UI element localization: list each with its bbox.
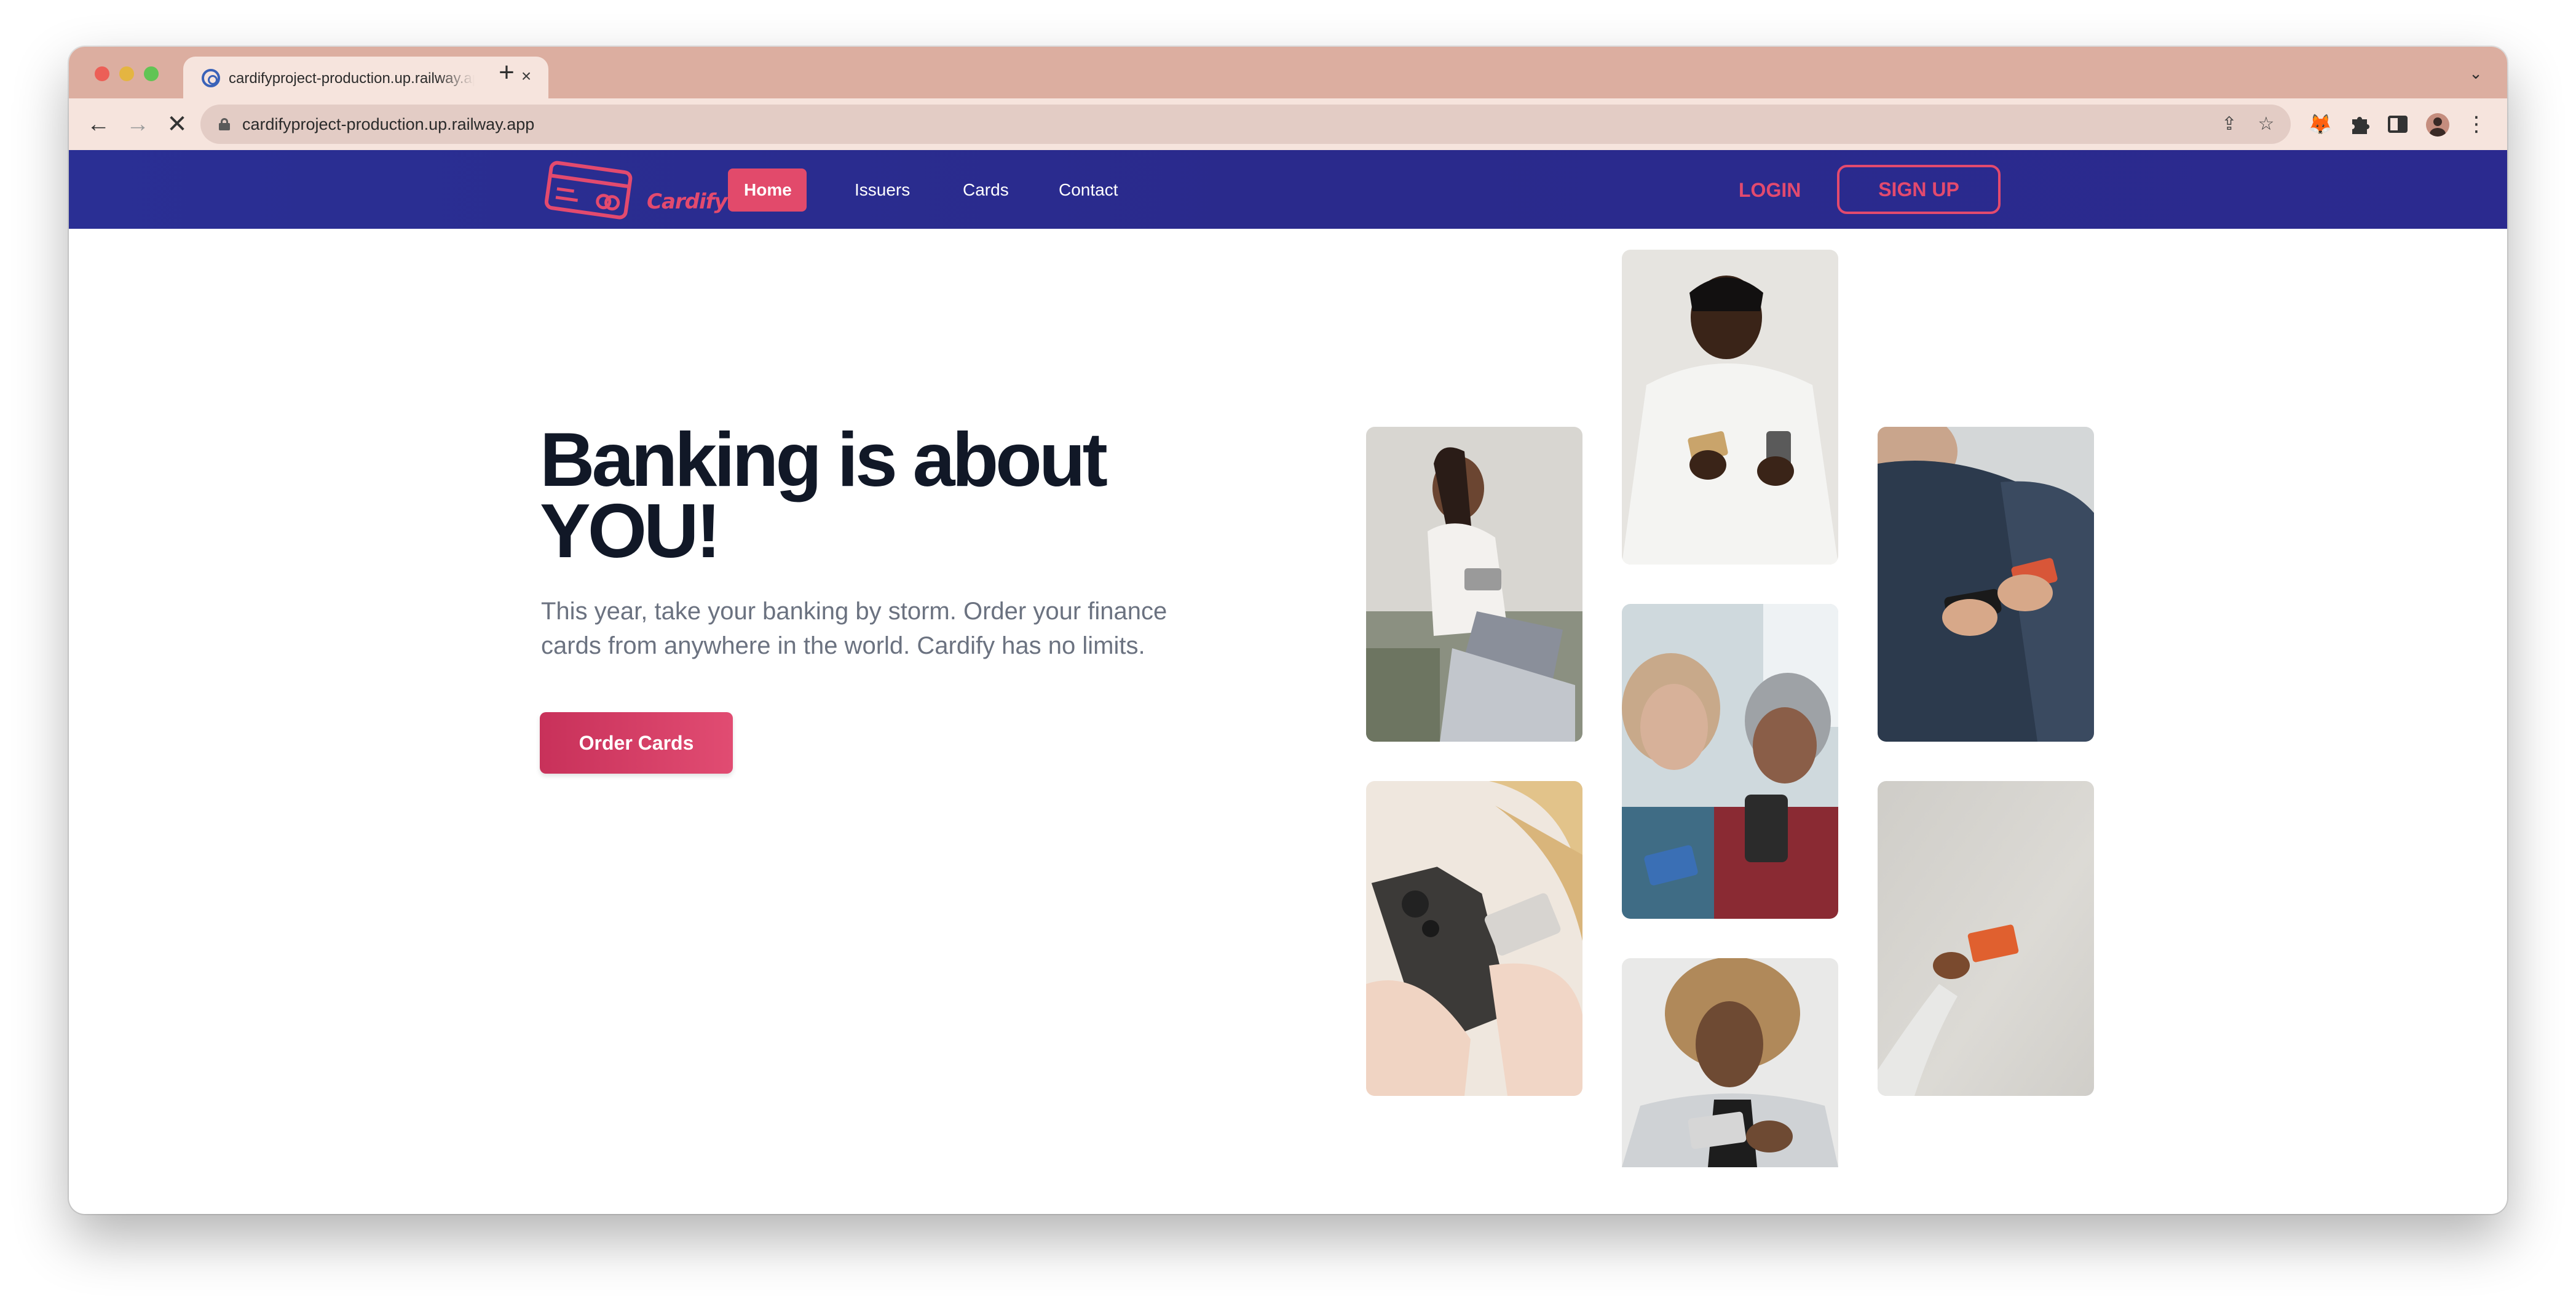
person-jacket-phone-photo bbox=[1878, 427, 2094, 742]
metamask-extension-icon[interactable]: 🦊 bbox=[2307, 111, 2334, 138]
hero-subtitle: This year, take your banking by storm. O… bbox=[541, 598, 1167, 659]
hero-title: Banking is about YOU! bbox=[540, 422, 1278, 569]
site-favicon-icon bbox=[202, 69, 220, 87]
extensions-puzzle-icon[interactable] bbox=[2346, 111, 2373, 138]
hand-orange-card-photo bbox=[1878, 781, 2094, 1096]
site-navbar: Cardify Home Issuers Cards Contact LOGIN… bbox=[69, 150, 2507, 229]
address-url[interactable]: cardifyproject-production.up.railway.app bbox=[242, 113, 534, 135]
lock-icon[interactable] bbox=[219, 118, 230, 130]
forward-button[interactable]: → bbox=[123, 109, 152, 139]
browser-toolbar: ← → ✕ cardifyproject-production.up.railw… bbox=[69, 98, 2507, 150]
elderly-couple-phone-photo bbox=[1622, 604, 1838, 919]
browser-menu-icon[interactable]: ⋮ bbox=[2463, 111, 2490, 138]
minimize-window-button[interactable] bbox=[119, 66, 134, 81]
hero-title-line2: YOU! bbox=[540, 489, 721, 574]
login-link[interactable]: LOGIN bbox=[1726, 171, 1813, 209]
maximize-window-button[interactable] bbox=[144, 66, 159, 81]
share-icon[interactable]: ⇪ bbox=[2217, 112, 2242, 137]
new-tab-button[interactable]: + bbox=[493, 59, 520, 87]
browser-window: cardifyproject-production.up.railway.app… bbox=[69, 47, 2507, 1214]
side-panel-icon[interactable] bbox=[2384, 111, 2411, 138]
hands-phone-card-photo bbox=[1366, 781, 1582, 1096]
man-afro-card-photo bbox=[1622, 958, 1838, 1167]
address-bar[interactable]: cardifyproject-production.up.railway.app… bbox=[200, 105, 2291, 144]
man-phone-card-photo bbox=[1622, 250, 1838, 565]
nav-link-home[interactable]: Home bbox=[728, 169, 807, 212]
bookmark-star-icon[interactable]: ☆ bbox=[2254, 112, 2278, 137]
tab-strip: cardifyproject-production.up.railway.app… bbox=[69, 47, 2507, 98]
order-cards-button[interactable]: Order Cards bbox=[540, 712, 733, 774]
nav-link-contact[interactable]: Contact bbox=[1043, 169, 1134, 212]
nav-link-issuers[interactable]: Issuers bbox=[839, 169, 926, 212]
profile-avatar-icon[interactable] bbox=[2426, 113, 2449, 137]
signup-button[interactable]: SIGN UP bbox=[1837, 165, 2001, 214]
tab-list-chevron-icon[interactable]: ⌄ bbox=[2465, 63, 2486, 84]
stop-loading-button[interactable]: ✕ bbox=[162, 109, 192, 139]
brand-name[interactable]: Cardify bbox=[647, 189, 728, 214]
tab-title: cardifyproject-production.up.railway.app bbox=[229, 70, 475, 87]
close-window-button[interactable] bbox=[95, 66, 109, 81]
nav-link-cards[interactable]: Cards bbox=[947, 169, 1025, 212]
back-button[interactable]: ← bbox=[84, 109, 113, 139]
woman-laptop-card-photo bbox=[1366, 427, 1582, 742]
